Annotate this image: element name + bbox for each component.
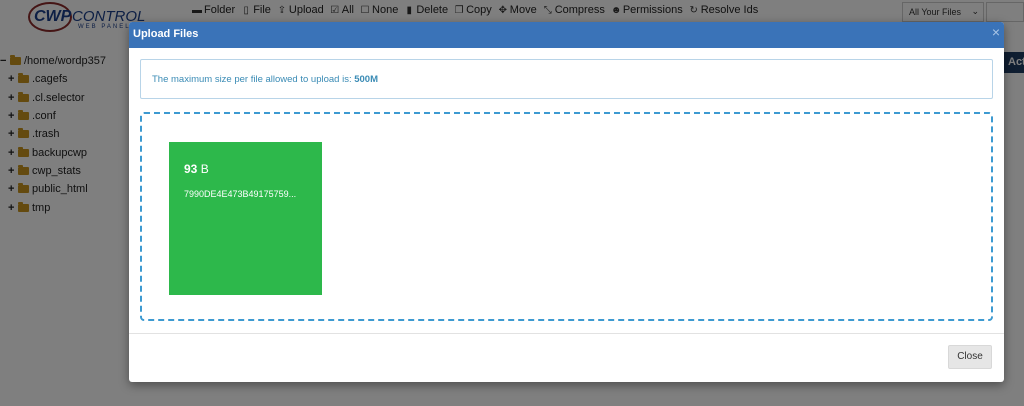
dialog-title: Upload Files: [133, 28, 199, 40]
file-size-value: 93: [184, 162, 198, 176]
close-icon[interactable]: ×: [992, 25, 1000, 39]
file-size: 93 B: [184, 162, 307, 176]
upload-limit-notice: The maximum size per file allowed to upl…: [140, 59, 993, 99]
dialog-header: Upload Files ×: [129, 22, 1004, 48]
file-name: 7990DE4E473B49175759...: [184, 189, 297, 199]
upload-files-dialog: Upload Files × The maximum size per file…: [129, 22, 1004, 382]
uploaded-file-card[interactable]: 93 B 7990DE4E473B49175759...: [169, 142, 322, 295]
close-button[interactable]: Close: [948, 345, 992, 369]
dialog-footer-divider: [129, 333, 1004, 334]
file-size-unit: B: [200, 162, 209, 176]
upload-dropzone[interactable]: 93 B 7990DE4E473B49175759...: [140, 112, 993, 321]
upload-limit-text: The maximum size per file allowed to upl…: [152, 74, 355, 85]
upload-limit-value: 500M: [354, 74, 378, 85]
